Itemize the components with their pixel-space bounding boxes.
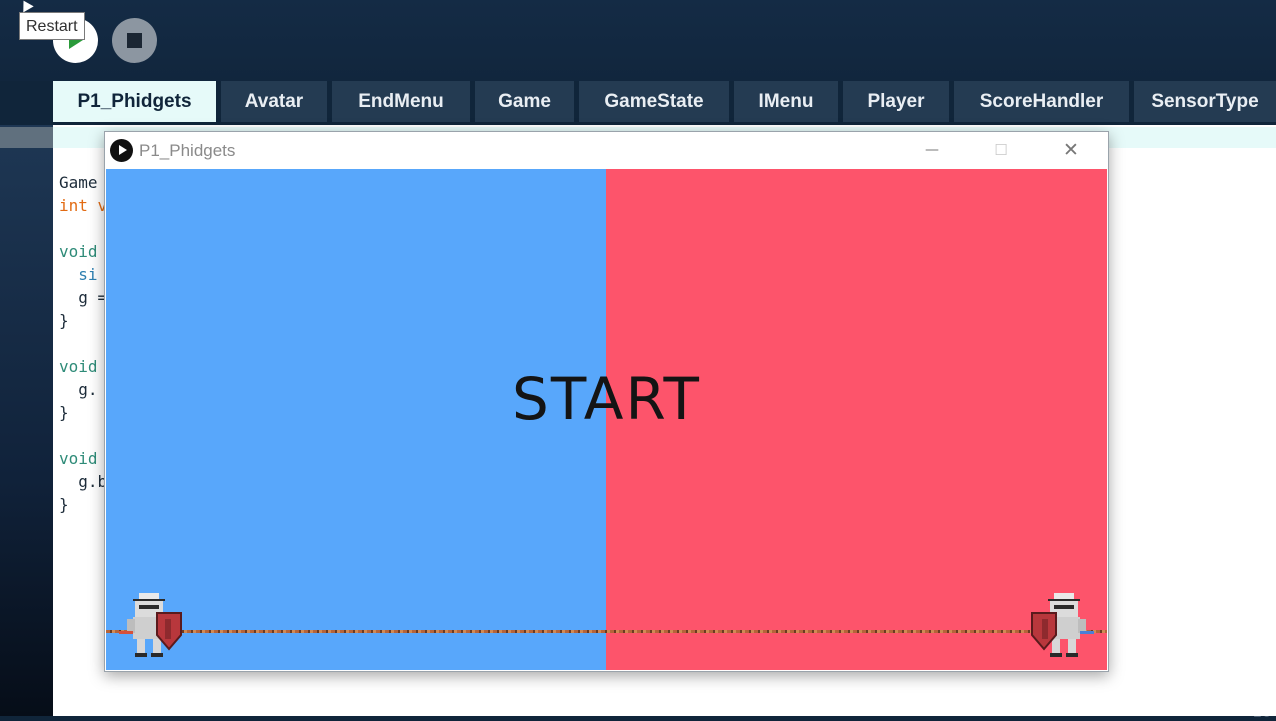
code-line-12: g. — [59, 380, 98, 399]
close-button[interactable]: ✕ — [1048, 132, 1094, 169]
sketch-window: P1_Phidgets — ☐ ✕ START — [104, 131, 1109, 672]
tab-sensortype[interactable]: SensorType — [1134, 81, 1276, 122]
tab-p1-phidgets[interactable]: P1_Phidgets — [53, 81, 216, 122]
code-line-11: void — [59, 357, 98, 376]
code-line-16: g.b — [59, 472, 108, 491]
code-line-8: g = — [59, 288, 108, 307]
stop-icon — [127, 33, 142, 48]
code-line-9: } — [59, 311, 69, 330]
tug-of-war-rope — [106, 630, 1107, 633]
code-line-6: void — [59, 242, 98, 261]
code-line-13: } — [59, 403, 69, 422]
left-knight-sprite — [119, 593, 182, 657]
code-line-4: int v — [59, 196, 108, 215]
line-number-gutter — [0, 125, 53, 716]
maximize-button[interactable]: ☐ — [978, 132, 1024, 169]
mouse-cursor-icon — [18, 0, 34, 13]
stop-button[interactable] — [112, 18, 157, 63]
current-line-gutter-highlight — [0, 127, 53, 148]
right-knight-sprite — [1031, 593, 1094, 657]
window-title: P1_Phidgets — [139, 141, 236, 160]
code-line-15: void — [59, 449, 98, 468]
code-line-7: si — [59, 265, 98, 284]
restart-tooltip: Restart — [19, 12, 85, 40]
tab-gamestate[interactable]: GameState — [579, 81, 729, 122]
tab-game[interactable]: Game — [475, 81, 574, 122]
tab-player[interactable]: Player — [843, 81, 949, 122]
toolbar: Restart — [0, 0, 1276, 81]
start-text[interactable]: START — [106, 365, 1107, 433]
tab-avatar[interactable]: Avatar — [221, 81, 327, 122]
game-canvas[interactable]: START — [106, 169, 1107, 670]
code-line-17: } — [59, 495, 69, 514]
tab-imenu[interactable]: IMenu — [734, 81, 838, 122]
code-line-3: Game — [59, 173, 98, 192]
minimize-button[interactable]: — — [909, 132, 955, 169]
tab-scorehandler[interactable]: ScoreHandler — [954, 81, 1129, 122]
tab-endmenu[interactable]: EndMenu — [332, 81, 470, 122]
processing-app-icon — [110, 139, 133, 162]
window-titlebar[interactable]: P1_Phidgets — ☐ ✕ — [105, 132, 1108, 169]
